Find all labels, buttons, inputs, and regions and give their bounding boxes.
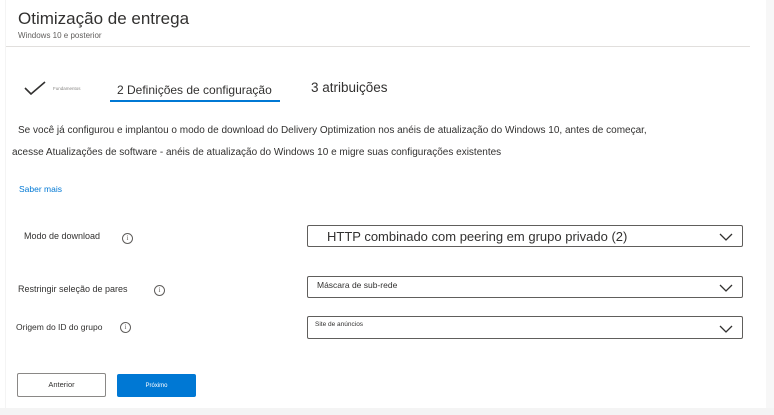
page-frame (6, 0, 770, 410)
learn-more-link[interactable]: Saber mais (19, 184, 62, 194)
chevron-down-icon (719, 325, 733, 333)
restrict-peer-selection-value: Máscara de sub-rede (317, 280, 398, 290)
bottom-edge (0, 408, 774, 415)
restrict-peer-selection-label: Restringir seleção de pares (18, 284, 128, 294)
info-icon[interactable]: i (122, 233, 133, 244)
info-icon[interactable]: i (120, 322, 131, 333)
step-fundamentals-label[interactable]: Fundamentos (53, 86, 81, 91)
tab-configuration-settings-label: 2 Definições de configuração (117, 83, 272, 97)
download-mode-label: Modo de download (24, 231, 101, 241)
tab-assignments[interactable]: 3 atribuições (311, 80, 388, 95)
description-line-1: Se você já configurou e implantou o modo… (18, 125, 647, 136)
download-mode-select[interactable]: HTTP combinado com peering em grupo priv… (307, 225, 743, 247)
right-edge (766, 0, 774, 415)
checkmark-icon (24, 81, 46, 95)
description: Se você já configurou e implantou o modo… (12, 120, 738, 164)
header-divider (6, 46, 750, 47)
restrict-peer-selection-select[interactable]: Máscara de sub-rede (307, 276, 743, 298)
previous-button[interactable]: Anterior (17, 373, 106, 397)
page-subtitle: Windows 10 e posterior (18, 31, 102, 40)
page-title: Otimização de entrega (18, 9, 190, 28)
group-id-source-label: Origem do ID do grupo (16, 322, 103, 332)
chevron-down-icon (719, 284, 733, 292)
next-button[interactable]: Próximo (117, 374, 196, 397)
download-mode-value: HTTP combinado com peering em grupo priv… (327, 229, 628, 244)
group-id-source-select[interactable]: Site de anúncios (307, 316, 743, 339)
group-id-source-value: Site de anúncios (315, 321, 364, 328)
description-line-2: acesse Atualizações de software - anéis … (12, 147, 502, 158)
info-icon[interactable]: i (154, 285, 165, 296)
tab-configuration-settings[interactable]: 2 Definições de configuração (110, 78, 280, 102)
chevron-down-icon (719, 233, 733, 241)
